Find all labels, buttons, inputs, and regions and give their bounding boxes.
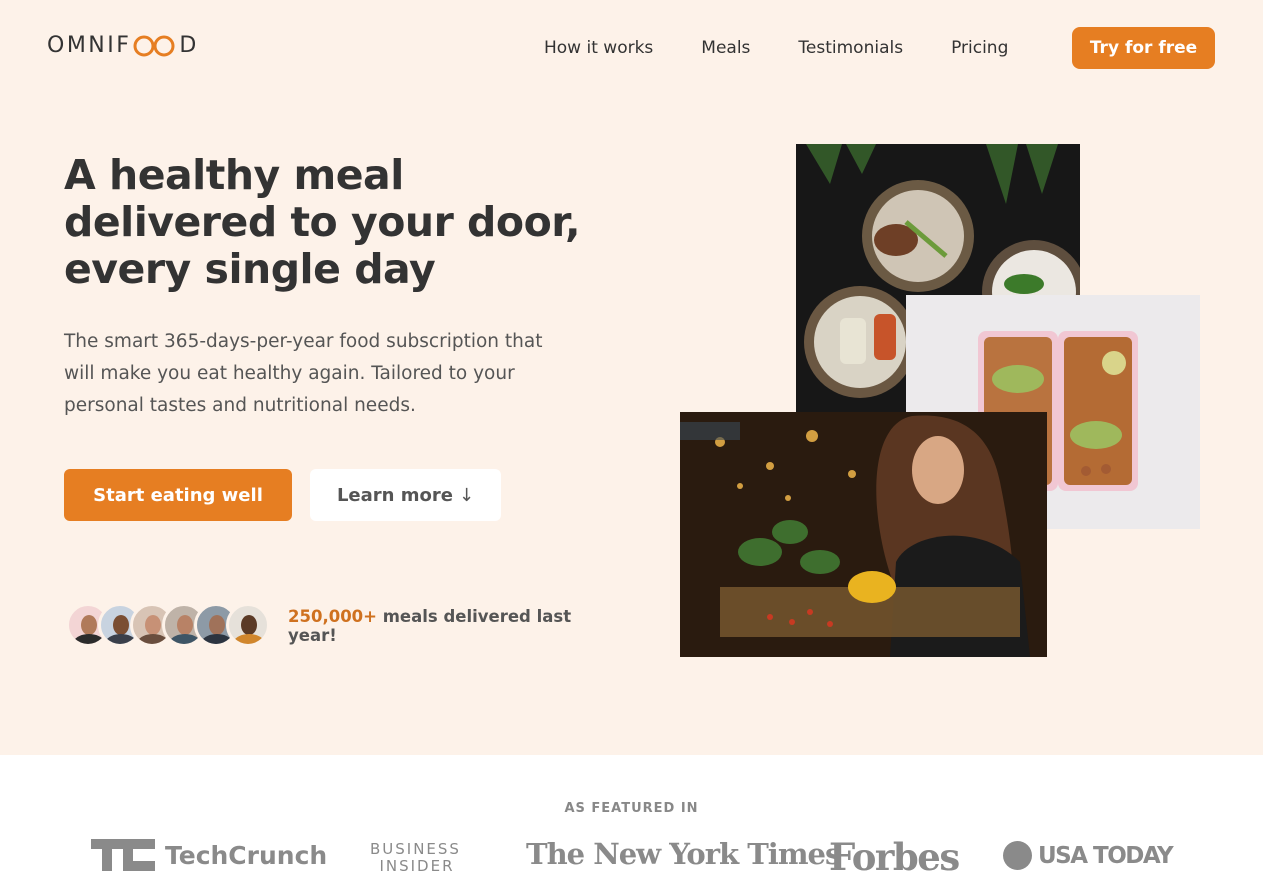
nav-link-testimonials[interactable]: Testimonials	[798, 38, 903, 58]
new-york-times-logo: The New York Times	[526, 837, 841, 871]
business-insider-line-1: BUSINESS	[370, 840, 461, 858]
nav-link-pricing[interactable]: Pricing	[951, 38, 1008, 58]
hero-description: The smart 365-days-per-year food subscri…	[64, 331, 543, 416]
featured-in-section: AS FEATURED IN TechCrunch BUSINESS INSID…	[0, 755, 1263, 881]
start-eating-well-button[interactable]: Start eating well	[64, 469, 292, 521]
hero-title-line-3: every single day	[64, 245, 436, 293]
omnifood-logo[interactable]: OMNIF D	[47, 33, 199, 58]
featured-in-title: AS FEATURED IN	[564, 801, 699, 816]
techcrunch-logo: TechCrunch	[91, 839, 327, 871]
forbes-logo: Forbes	[829, 835, 960, 879]
infinity-icon	[132, 34, 178, 58]
stat-highlight: 250,000+	[288, 607, 377, 626]
usa-today-dot-icon	[1003, 841, 1032, 870]
nav-link-meals[interactable]: Meals	[701, 38, 750, 58]
usa-today-logo: USA TODAY	[1003, 841, 1174, 870]
try-for-free-button[interactable]: Try for free	[1072, 27, 1215, 69]
usa-today-logo-text: USA TODAY	[1038, 842, 1174, 869]
hero-title: A healthy meal delivered to your door, e…	[64, 152, 604, 293]
logo-text-prefix: OMNIF	[47, 33, 132, 58]
hero-title-line-2: delivered to your door,	[64, 198, 581, 246]
main-nav: How it works Meals Testimonials Pricing	[544, 38, 1056, 58]
hero-image-woman-eating	[680, 412, 1047, 657]
arrow-down-icon: ↓	[458, 484, 475, 506]
logo-text-suffix: D	[179, 33, 199, 58]
nav-link-how-it-works[interactable]: How it works	[544, 38, 653, 58]
avatar	[226, 603, 270, 647]
hero-title-line-1: A healthy meal	[64, 151, 404, 199]
learn-more-label: Learn more	[336, 484, 453, 506]
business-insider-logo: BUSINESS INSIDER	[370, 841, 461, 875]
business-insider-line-2: INSIDER	[379, 857, 455, 875]
learn-more-button[interactable]: Learn more ↓	[310, 469, 501, 521]
customer-avatars	[66, 603, 270, 647]
techcrunch-mark-icon	[91, 839, 155, 871]
delivered-meals-stat: 250,000+ meals delivered last year!	[288, 607, 578, 645]
site-header: OMNIF D How it works Meals Testimonials …	[0, 0, 1263, 96]
techcrunch-logo-text: TechCrunch	[165, 840, 328, 870]
